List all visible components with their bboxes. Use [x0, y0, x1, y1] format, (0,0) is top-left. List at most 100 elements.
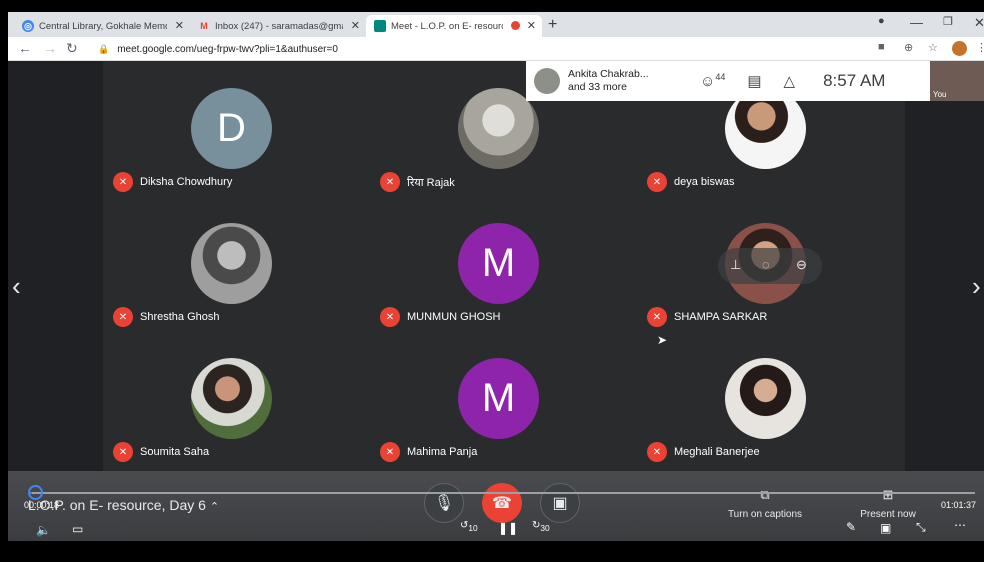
mic-off-icon: ✕: [380, 307, 400, 327]
meet-control-bar: L.O.P. on E- resource, Day 6 ⌃ 🎙 ☎ ▣ ⧉ Tu…: [8, 471, 984, 541]
next-page-icon[interactable]: ›: [972, 271, 981, 302]
meet-stage: D ✕ Diksha Chowdhury ✕ रिया Rajak ✕ deya bi…: [8, 61, 984, 541]
chevron-up-icon: ⌃: [209, 501, 220, 513]
phone-hangup-icon: ☎: [492, 495, 512, 512]
close-tab-icon[interactable]: ✕: [527, 19, 536, 32]
picture-in-picture-icon[interactable]: ▣: [880, 521, 891, 535]
present-label: Present now: [860, 509, 916, 520]
participant-count: 44: [715, 72, 726, 82]
present-icon: ⊞: [882, 487, 894, 502]
close-window-button[interactable]: ✕: [974, 15, 984, 31]
tab-label: Inbox (247) - saramadas@gmail.c: [215, 20, 343, 32]
tab-label: Central Library, Gokhale Memori: [39, 20, 167, 32]
tab-meet[interactable]: Meet - L.O.P. on E- resource ✕: [366, 15, 542, 37]
camera-button[interactable]: ▣: [540, 483, 580, 523]
chat-icon[interactable]: ▤: [747, 72, 761, 90]
forward-icon[interactable]: →: [43, 40, 57, 56]
mic-off-icon: ✕: [647, 307, 667, 327]
clock: 8:57 AM: [823, 71, 886, 90]
mic-icon: 🎙: [433, 495, 455, 512]
camera-indicator-icon[interactable]: ■: [878, 41, 885, 53]
activities-icon[interactable]: △: [784, 72, 796, 90]
mic-off-icon: ✕: [380, 442, 400, 462]
captions-icon: ⧉: [760, 487, 770, 502]
mute-icon[interactable]: ◌: [762, 257, 770, 272]
account-avatar[interactable]: [952, 41, 967, 56]
presenter-name: Ankita Chakrab...: [568, 68, 649, 80]
forward-button[interactable]: ↻30: [532, 520, 550, 533]
meet-icon: [374, 20, 386, 32]
participant-name: Meghali Banerjee: [674, 446, 760, 458]
avatar: [191, 223, 272, 304]
minimize-button[interactable]: —: [910, 15, 923, 30]
rewind-button[interactable]: ↺10: [460, 520, 478, 533]
pause-button[interactable]: ❚❚: [498, 521, 518, 535]
captions-label: Turn on captions: [727, 509, 803, 520]
self-view[interactable]: You: [930, 61, 984, 101]
microphone-button[interactable]: 🎙: [424, 483, 464, 523]
mouse-cursor-icon: ➤: [657, 333, 668, 347]
url-field[interactable]: 🔒 meet.google.com/ueg-frpw-twv?pli=1&aut…: [98, 41, 958, 58]
subtitles-icon[interactable]: ▭: [72, 522, 83, 536]
bookmark-star-icon[interactable]: ☆: [928, 41, 938, 54]
pin-icon[interactable]: ⊥: [730, 257, 741, 273]
participant-name: SHAMPA SARKAR: [674, 311, 768, 323]
more-participants: and 33 more: [568, 81, 627, 93]
more-options-icon[interactable]: ⋯: [954, 518, 966, 532]
close-tab-icon[interactable]: ✕: [351, 19, 360, 32]
total-duration: 01:01:37: [941, 500, 977, 510]
rewind-seconds: 10: [468, 523, 478, 533]
participant-name: Soumita Saha: [140, 446, 210, 458]
avatar: [725, 358, 806, 439]
video-progress-bar[interactable]: [30, 492, 975, 494]
previous-page-icon[interactable]: ‹: [12, 271, 21, 302]
video-camera-icon: ▣: [552, 495, 568, 512]
forward-seconds: 30: [540, 523, 550, 533]
reload-icon[interactable]: ↻: [66, 40, 78, 57]
mic-off-icon: ✕: [113, 307, 133, 327]
back-icon[interactable]: ←: [18, 40, 32, 56]
mic-off-icon: ✕: [113, 172, 133, 192]
profile-icon[interactable]: ●: [878, 15, 885, 27]
participant-name: MUNMUN GHOSH: [407, 311, 501, 323]
zoom-icon[interactable]: ⊕: [904, 41, 913, 54]
close-tab-icon[interactable]: ✕: [175, 19, 184, 32]
participant-tile[interactable]: M ✕ Mahima Panja: [370, 331, 637, 466]
tab-central-library[interactable]: ◎ Central Library, Gokhale Memori ✕: [14, 15, 190, 37]
presenter-avatar: [534, 68, 560, 94]
participant-name: Diksha Chowdhury: [140, 176, 233, 188]
participant-name: Mahima Panja: [407, 446, 478, 458]
mic-off-icon: ✕: [647, 172, 667, 192]
participant-name: deya biswas: [674, 176, 735, 188]
remove-icon[interactable]: ⊖: [796, 257, 807, 273]
participant-tile[interactable]: ✕ Meghali Banerjee: [637, 331, 904, 466]
pen-icon[interactable]: ✎: [846, 520, 856, 534]
volume-icon[interactable]: 🔈: [36, 523, 51, 537]
menu-icon[interactable]: ⋮: [976, 41, 984, 54]
people-icon[interactable]: ☺44: [700, 72, 725, 90]
avatar: M: [458, 358, 539, 439]
new-tab-button[interactable]: +: [548, 16, 557, 34]
recording-icon: [511, 21, 520, 30]
lock-icon: 🔒: [98, 44, 110, 54]
exit-fullscreen-icon[interactable]: ⤡: [916, 520, 926, 535]
gmail-icon: M: [200, 21, 208, 31]
leave-call-button[interactable]: ☎: [482, 483, 522, 523]
participant-tile[interactable]: M ✕ MUNMUN GHOSH: [370, 196, 637, 331]
tab-gmail[interactable]: M Inbox (247) - saramadas@gmail.c ✕: [190, 15, 366, 37]
tab-label: Meet - L.O.P. on E- resource: [391, 20, 503, 32]
participant-name: Shrestha Ghosh: [140, 311, 220, 323]
participant-tile[interactable]: ✕ Shrestha Ghosh: [103, 196, 370, 331]
avatar: M: [458, 223, 539, 304]
avatar: [191, 358, 272, 439]
address-bar-row: ← → ↻ 🔒 meet.google.com/ueg-frpw-twv?pli…: [8, 37, 984, 61]
globe-icon: ◎: [22, 20, 34, 32]
meeting-info-bar: Ankita Chakrab... and 33 more ☺44 ▤ △ 8:…: [526, 61, 930, 101]
participant-tile[interactable]: D ✕ Diksha Chowdhury: [103, 61, 370, 196]
maximize-button[interactable]: ❐: [943, 15, 953, 28]
participant-tile[interactable]: ✕ Soumita Saha: [103, 331, 370, 466]
url-text: meet.google.com/ueg-frpw-twv?pli=1&authu…: [117, 44, 338, 55]
mic-off-icon: ✕: [647, 442, 667, 462]
tile-hover-controls: ⊥ ◌ ⊖: [718, 248, 822, 284]
progress-knob[interactable]: [28, 485, 43, 500]
